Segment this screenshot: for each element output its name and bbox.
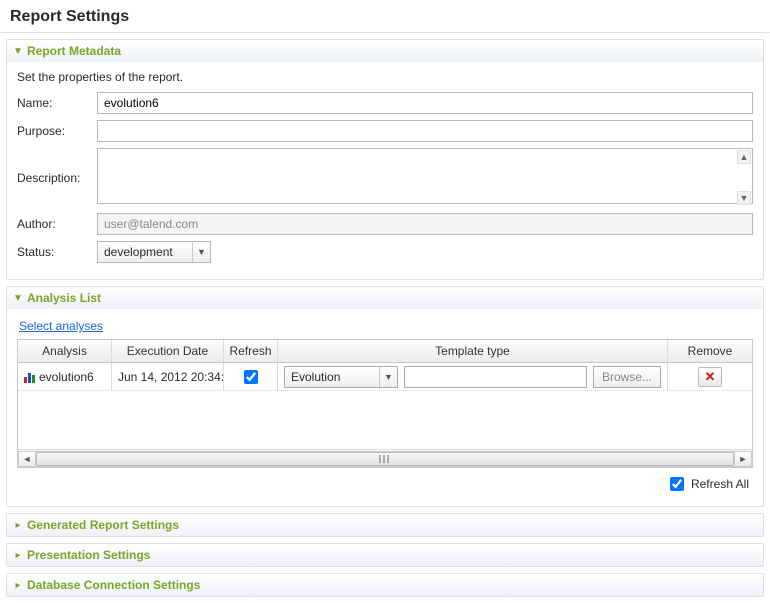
description-input[interactable] <box>97 148 753 204</box>
chevron-right-icon: ▸ <box>13 550 23 560</box>
table-row[interactable]: evolution6 Jun 14, 2012 20:34:... Evolut… <box>18 363 752 391</box>
col-analysis[interactable]: Analysis <box>18 340 112 362</box>
section-analysis-list: ▼ Analysis List Select analyses Analysis… <box>6 286 764 507</box>
metadata-helper-text: Set the properties of the report. <box>17 70 753 84</box>
template-path-input[interactable] <box>404 366 587 388</box>
template-type-value: Evolution <box>285 370 379 384</box>
section-title-metadata: Report Metadata <box>27 44 121 58</box>
chevron-down-icon: ▼ <box>379 367 397 387</box>
section-database-connection-settings: ▸ Database Connection Settings <box>6 573 764 597</box>
section-header-dbconn[interactable]: ▸ Database Connection Settings <box>7 574 763 596</box>
cell-refresh <box>224 363 278 390</box>
scrollbar-track[interactable] <box>36 451 734 467</box>
section-title-dbconn: Database Connection Settings <box>27 578 200 592</box>
label-status: Status: <box>17 245 97 259</box>
scrollbar-thumb[interactable] <box>36 452 734 466</box>
chevron-down-icon: ▼ <box>13 293 23 303</box>
template-type-select[interactable]: Evolution ▼ <box>284 366 398 388</box>
section-header-presentation[interactable]: ▸ Presentation Settings <box>7 544 763 566</box>
col-execution-date[interactable]: Execution Date <box>112 340 224 362</box>
section-header-generated[interactable]: ▸ Generated Report Settings <box>7 514 763 536</box>
section-header-analysis[interactable]: ▼ Analysis List <box>7 287 763 309</box>
section-title-generated: Generated Report Settings <box>27 518 179 532</box>
remove-button[interactable]: ✕ <box>698 367 722 387</box>
browse-button[interactable]: Browse... <box>593 366 661 388</box>
refresh-all-row: Refresh All <box>17 468 753 496</box>
analysis-grid: Analysis Execution Date Refresh Template… <box>17 339 753 468</box>
page-title: Report Settings <box>0 0 770 33</box>
section-report-metadata: ▼ Report Metadata Set the properties of … <box>6 39 764 280</box>
grid-empty-area <box>18 391 752 449</box>
scroll-down-icon[interactable]: ▼ <box>737 191 751 205</box>
status-select[interactable]: development ▼ <box>97 241 211 263</box>
purpose-input[interactable] <box>97 120 753 142</box>
horizontal-scrollbar[interactable]: ◄ ► <box>18 449 752 467</box>
section-presentation-settings: ▸ Presentation Settings <box>6 543 764 567</box>
name-input[interactable] <box>97 92 753 114</box>
label-purpose: Purpose: <box>17 124 97 138</box>
cell-template: Evolution ▼ Browse... <box>278 363 668 390</box>
grid-header: Analysis Execution Date Refresh Template… <box>18 340 752 363</box>
author-input <box>97 213 753 235</box>
scroll-left-icon[interactable]: ◄ <box>18 451 36 467</box>
analysis-icon <box>24 371 35 383</box>
cell-analysis-name: evolution6 <box>18 363 112 390</box>
refresh-checkbox[interactable] <box>244 370 258 384</box>
section-generated-report-settings: ▸ Generated Report Settings <box>6 513 764 537</box>
chevron-down-icon: ▼ <box>192 242 210 262</box>
cell-remove: ✕ <box>668 363 752 390</box>
status-select-value: development <box>104 245 192 259</box>
scroll-up-icon[interactable]: ▲ <box>737 150 751 164</box>
section-title-analysis: Analysis List <box>27 291 101 305</box>
section-header-metadata[interactable]: ▼ Report Metadata <box>7 40 763 62</box>
select-analyses-link[interactable]: Select analyses <box>19 319 103 333</box>
close-icon: ✕ <box>705 369 716 385</box>
refresh-all-checkbox[interactable] <box>670 477 684 491</box>
scroll-right-icon[interactable]: ► <box>734 451 752 467</box>
analysis-name-text: evolution6 <box>39 370 94 384</box>
section-title-presentation: Presentation Settings <box>27 548 150 562</box>
chevron-right-icon: ▸ <box>13 520 23 530</box>
cell-execution-date: Jun 14, 2012 20:34:... <box>112 363 224 390</box>
refresh-all-label: Refresh All <box>691 477 749 491</box>
col-refresh[interactable]: Refresh <box>224 340 278 362</box>
chevron-down-icon: ▼ <box>13 46 23 56</box>
label-name: Name: <box>17 96 97 110</box>
col-remove[interactable]: Remove <box>668 340 752 362</box>
label-author: Author: <box>17 217 97 231</box>
label-description: Description: <box>17 171 97 185</box>
chevron-right-icon: ▸ <box>13 580 23 590</box>
col-template-type[interactable]: Template type <box>278 340 668 362</box>
